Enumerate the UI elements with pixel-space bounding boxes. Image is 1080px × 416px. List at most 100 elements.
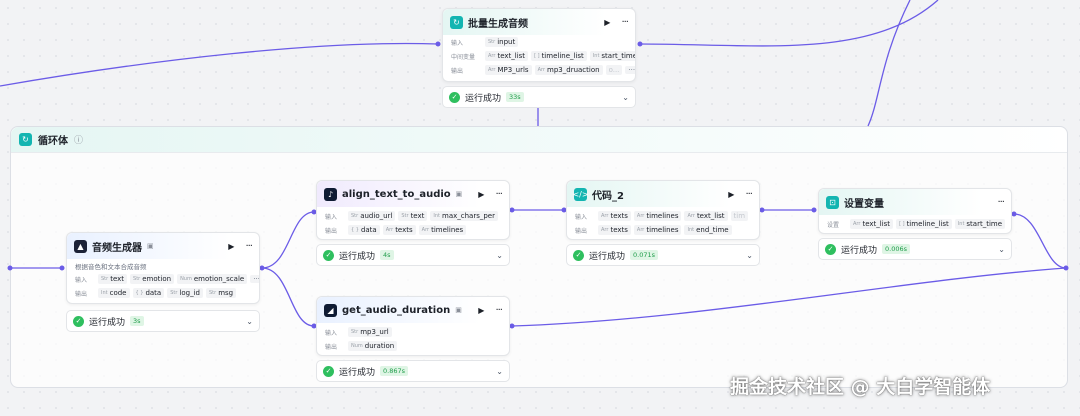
param-tag: Arr text_list (684, 211, 728, 221)
node-header: ♪ align_text_to_audio ▣ ▶ ··· (317, 181, 509, 207)
status-text: 运行成功 (589, 251, 626, 262)
node-align-text-to-audio[interactable]: ♪ align_text_to_audio ▣ ▶ ··· 输入 Str audi… (316, 180, 510, 240)
edge-right-curve (867, 0, 911, 127)
status-bar[interactable]: ✓ 运行成功 33s ⌄ (442, 86, 636, 108)
output-row: 输出 { } data Arr texts Arr timelines (317, 223, 509, 237)
node-header: ⊡ 设置变量 ··· (819, 189, 1011, 215)
param-tag: Num duration (348, 341, 398, 351)
time-badge: 0.867s (380, 366, 409, 376)
loop-icon: ↻ (19, 133, 32, 146)
node-audio-generator[interactable]: ▲ 音频生成器 ▣ ▶ ··· 根据音色和文本合成音频 输入 Str text S… (66, 232, 260, 304)
param-tag: Str text (398, 211, 428, 221)
output-label: 输出 (325, 343, 338, 351)
time-badge: 4s (380, 250, 394, 260)
input-label: 输入 (451, 39, 464, 47)
param-tag: Arr text_list (850, 219, 894, 229)
node-header: ▲ 音频生成器 ▣ ▶ ··· (67, 233, 259, 259)
param-tag: Int start_time (589, 51, 635, 61)
more-params-button[interactable]: ··· (250, 275, 259, 283)
more-icon[interactable]: ··· (495, 305, 502, 316)
play-icon[interactable]: ▶ (478, 190, 484, 199)
input-label: 输入 (325, 329, 338, 337)
plugin-icon: ▣ (455, 190, 463, 198)
status-bar[interactable]: ✓ 运行成功 0.006s ⌄ (818, 238, 1012, 260)
more-icon[interactable]: ··· (621, 17, 628, 28)
input-row: 输入 Str mp3_url (317, 325, 509, 339)
loop-header[interactable]: ↻ 循环体 ⓘ (11, 127, 1067, 153)
chevron-down-icon[interactable]: ⌄ (998, 245, 1005, 254)
time-badge: 3s (130, 316, 144, 326)
check-icon: ✓ (825, 243, 836, 255)
param-tag: Arr texts (382, 225, 416, 235)
play-icon[interactable]: ▶ (478, 306, 484, 315)
input-row: 输入 Arr texts Arr timelines Arr text_list ti… (567, 209, 759, 223)
more-params-button[interactable]: ··· (625, 66, 635, 74)
param-tag: Str audio_url (348, 211, 396, 221)
time-badge: 0.006s (882, 244, 911, 254)
status-text: 运行成功 (339, 367, 376, 378)
node-get-audio-duration[interactable]: ◢ get_audio_duration ▣ ▶ ··· 输入 Str mp3_u… (316, 296, 510, 356)
info-icon[interactable]: ⓘ (74, 133, 83, 146)
chevron-down-icon[interactable]: ⌄ (246, 317, 253, 326)
param-tag-faded: tim (730, 211, 749, 221)
chevron-down-icon[interactable]: ⌄ (496, 367, 503, 376)
node-batch-audio[interactable]: ↻ 批量生成音频 ▶ ··· 输入 Str input 中间变量 Arr text_… (442, 8, 636, 82)
check-icon: ✓ (323, 249, 334, 261)
play-icon[interactable]: ▶ (604, 18, 610, 27)
param-tag: Int max_chars_per (430, 211, 498, 221)
node-header: ↻ 批量生成音频 ▶ ··· (443, 9, 635, 35)
param-tag: Arr timelines (418, 225, 467, 235)
more-icon[interactable]: ··· (997, 197, 1004, 208)
status-text: 运行成功 (339, 251, 376, 262)
plugin-icon: ▣ (455, 306, 462, 314)
play-icon[interactable]: ▶ (728, 190, 734, 199)
param-tag: Arr text_list (485, 51, 529, 61)
more-icon[interactable]: ··· (745, 189, 752, 200)
node-code-2[interactable]: </> 代码_2 ▶ ··· 输入 Arr texts Arr timelines … (566, 180, 760, 240)
node-set-variable[interactable]: ⊡ 设置变量 ··· 设置 Arr text_list [ ] timeline_l… (818, 188, 1012, 234)
node-title: align_text_to_audio (342, 188, 451, 200)
plugin-icon: ▣ (147, 242, 154, 250)
param-tag: { } data (348, 225, 380, 235)
param-tag-faded: o... (605, 65, 623, 75)
status-text: 运行成功 (89, 317, 126, 328)
variable-icon: ⊡ (826, 195, 839, 209)
input-label: 输入 (575, 213, 588, 221)
audio-icon: ▲ (74, 239, 87, 253)
status-bar[interactable]: ✓ 运行成功 0.071s ⌄ (566, 244, 760, 266)
status-bar[interactable]: ✓ 运行成功 3s ⌄ (66, 310, 260, 332)
chevron-down-icon[interactable]: ⌄ (622, 93, 629, 102)
param-tag: Str emotion (130, 274, 175, 284)
settings-label: 设置 (827, 221, 840, 229)
node-title: get_audio_duration (342, 304, 451, 316)
more-icon[interactable]: ··· (495, 189, 502, 200)
status-bar[interactable]: ✓ 运行成功 0.867s ⌄ (316, 360, 510, 382)
node-header: </> 代码_2 ▶ ··· (567, 181, 759, 207)
input-row: 输入 Str input (443, 35, 635, 49)
param-tag: Str msg (206, 288, 237, 298)
watermark: 掘金技术社区 @ 大白学智能体 (730, 376, 991, 398)
input-row: 输入 Str audio_url Str text Int max_chars_per (317, 209, 509, 223)
intermediate-row: 中间变量 Arr text_list [ ] timeline_list Int st… (443, 49, 635, 63)
param-tag: Num emotion_scale (177, 274, 248, 284)
param-tag: Arr MP3_urls (485, 65, 532, 75)
node-header: ◢ get_audio_duration ▣ ▶ ··· (317, 297, 509, 323)
intermediate-label: 中间变量 (451, 53, 476, 61)
edge-batch-to-right (639, 0, 939, 47)
loop-title: 循环体 (38, 136, 68, 147)
chevron-down-icon[interactable]: ⌄ (496, 251, 503, 260)
input-label: 输入 (325, 213, 338, 221)
param-tag: Arr timelines (633, 211, 682, 221)
chevron-down-icon[interactable]: ⌄ (746, 251, 753, 260)
more-icon[interactable]: ··· (245, 241, 252, 252)
node-description: 根据音色和文本合成音频 (75, 263, 147, 271)
code-icon: </> (572, 187, 589, 201)
status-bar[interactable]: ✓ 运行成功 4s ⌄ (316, 244, 510, 266)
output-row: 输出 Arr texts Arr timelines Int end_time (567, 223, 759, 237)
play-icon[interactable]: ▶ (228, 242, 234, 251)
input-label: 输入 (75, 276, 88, 284)
output-label: 输出 (325, 227, 338, 235)
settings-row: 设置 Arr text_list [ ] timeline_list Int star… (819, 217, 1011, 231)
output-label: 输出 (75, 290, 88, 298)
check-icon: ✓ (449, 91, 460, 103)
